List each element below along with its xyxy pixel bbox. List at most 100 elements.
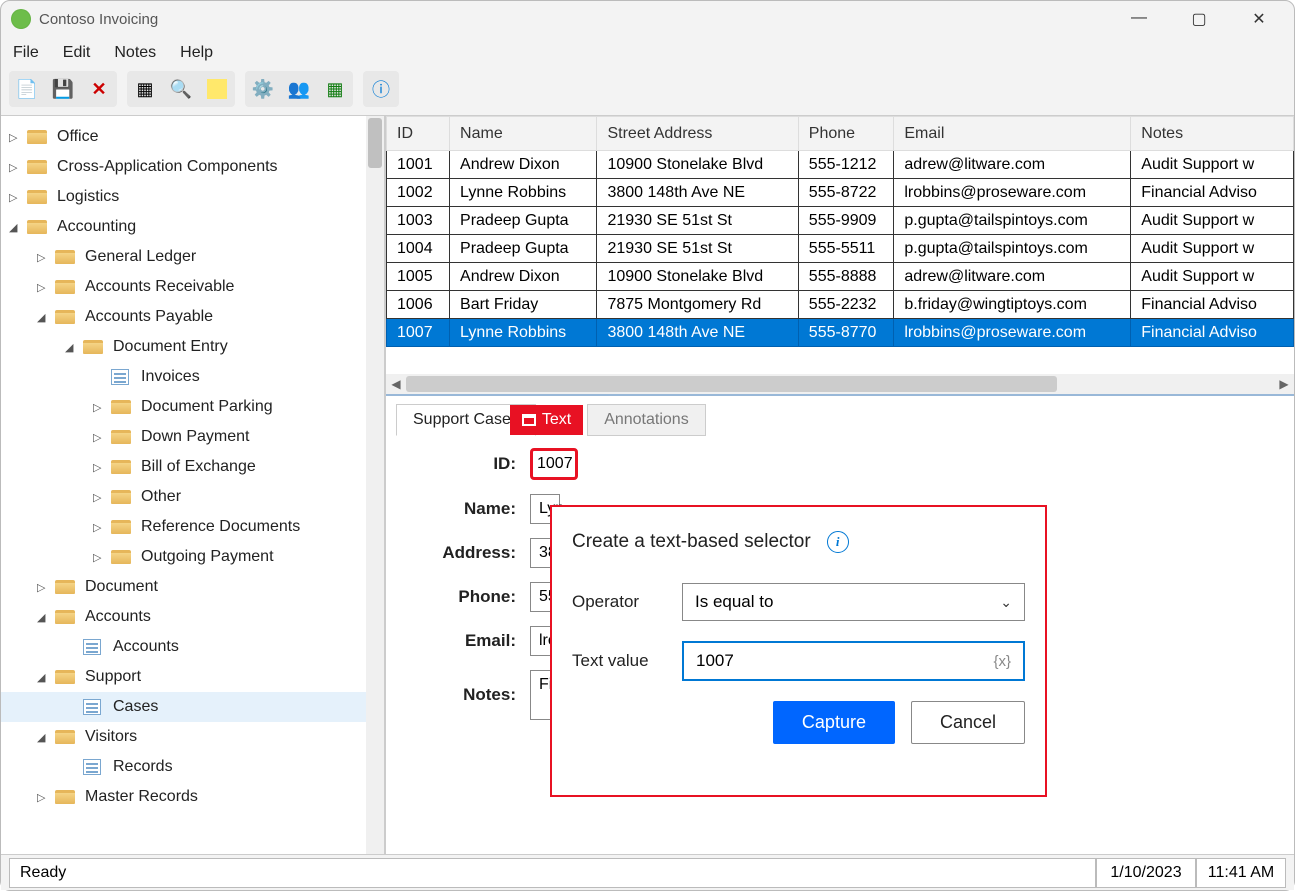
expand-closed-icon[interactable]: ▷	[93, 491, 107, 504]
tree-item-support[interactable]: ◢Support	[1, 662, 384, 692]
column-header-street-address[interactable]: Street Address	[597, 117, 798, 151]
table-row[interactable]: 1001Andrew Dixon10900 Stonelake Blvd555-…	[387, 151, 1294, 179]
close-button[interactable]: ✕	[1244, 9, 1274, 29]
folder-icon	[55, 730, 75, 744]
tab-annotations[interactable]: Annotations	[587, 404, 706, 436]
tree-item-cases[interactable]: Cases	[1, 692, 384, 722]
document-icon	[83, 699, 101, 715]
tree-item-document[interactable]: ▷Document	[1, 572, 384, 602]
save-button[interactable]: 💾	[47, 73, 79, 105]
cell-id: 1006	[387, 291, 450, 319]
menu-file[interactable]: File	[13, 44, 39, 62]
column-header-name[interactable]: Name	[450, 117, 597, 151]
tree-label: Reference Documents	[141, 518, 300, 536]
table-row[interactable]: 1004Pradeep Gupta21930 SE 51st St555-551…	[387, 235, 1294, 263]
expand-closed-icon[interactable]: ▷	[93, 521, 107, 534]
tree-item-outgoing-payment[interactable]: ▷Outgoing Payment	[1, 542, 384, 572]
tree-item-accounts[interactable]: ◢Accounts	[1, 602, 384, 632]
expand-closed-icon[interactable]: ▷	[93, 431, 107, 444]
expand-closed-icon[interactable]: ▷	[93, 461, 107, 474]
tree-item-records[interactable]: Records	[1, 752, 384, 782]
name-label: Name:	[436, 499, 516, 519]
grid-hscrollbar[interactable]: ◀ ▶	[386, 374, 1294, 394]
tree-item-document-parking[interactable]: ▷ Document Parking	[1, 392, 384, 422]
tree-item-visitors[interactable]: ◢Visitors	[1, 722, 384, 752]
scroll-left-icon[interactable]: ◀	[386, 377, 406, 391]
tree-label: Cross-Application Components	[57, 158, 278, 176]
table-row[interactable]: 1006Bart Friday7875 Montgomery Rd555-223…	[387, 291, 1294, 319]
expand-open-icon[interactable]: ◢	[37, 671, 51, 684]
tree-item-bill-of-exchange[interactable]: ▷Bill of Exchange	[1, 452, 384, 482]
column-header-id[interactable]: ID	[387, 117, 450, 151]
table-row[interactable]: 1002Lynne Robbins3800 148th Ave NE555-87…	[387, 179, 1294, 207]
cell-phone: 555-5511	[798, 235, 894, 263]
note-button[interactable]	[207, 79, 227, 99]
cell-notes: Audit Support w	[1131, 235, 1294, 263]
export-excel-button[interactable]: ▦	[319, 73, 351, 105]
tree-item-office[interactable]: ▷Office	[1, 122, 384, 152]
expand-closed-icon[interactable]: ▷	[9, 131, 23, 144]
table-row[interactable]: 1007Lynne Robbins3800 148th Ave NE555-87…	[387, 319, 1294, 347]
menu-notes[interactable]: Notes	[114, 44, 156, 62]
folder-icon	[111, 490, 131, 504]
tree-label: Document Parking	[141, 398, 273, 416]
tree-item-accounts[interactable]: Accounts	[1, 632, 384, 662]
expand-open-icon[interactable]: ◢	[65, 341, 79, 354]
expand-closed-icon[interactable]: ▷	[9, 191, 23, 204]
expand-closed-icon[interactable]: ▷	[37, 251, 51, 264]
menubar: File Edit Notes Help	[1, 37, 1294, 69]
menu-edit[interactable]: Edit	[63, 44, 91, 62]
tree-item-reference-documents[interactable]: ▷ Reference Documents	[1, 512, 384, 542]
users-button[interactable]: 👥	[283, 73, 315, 105]
tree-item-logistics[interactable]: ▷Logistics	[1, 182, 384, 212]
expand-open-icon[interactable]: ◢	[37, 311, 51, 324]
folder-icon	[111, 460, 131, 474]
minimize-button[interactable]: —	[1124, 9, 1154, 29]
tree-item-accounts-payable[interactable]: ◢Accounts Payable	[1, 302, 384, 332]
table-row[interactable]: 1005Andrew Dixon10900 Stonelake Blvd555-…	[387, 263, 1294, 291]
column-header-notes[interactable]: Notes	[1131, 117, 1294, 151]
cell-name: Bart Friday	[450, 291, 597, 319]
expand-open-icon[interactable]: ◢	[37, 611, 51, 624]
grid-button[interactable]: ▦	[129, 73, 161, 105]
scroll-right-icon[interactable]: ▶	[1274, 377, 1294, 391]
info-button[interactable]: ⓘ	[365, 73, 397, 105]
expand-closed-icon[interactable]: ▷	[93, 401, 107, 414]
id-field[interactable]: 1007	[530, 448, 578, 480]
expand-closed-icon[interactable]: ▷	[37, 791, 51, 804]
expand-closed-icon[interactable]: ▷	[9, 161, 23, 174]
delete-button[interactable]: ✕	[83, 73, 115, 105]
cancel-button[interactable]: Cancel	[911, 701, 1025, 744]
tree-item-general-ledger[interactable]: ▷General Ledger	[1, 242, 384, 272]
cell-phone: 555-1212	[798, 151, 894, 179]
expand-closed-icon[interactable]: ▷	[37, 581, 51, 594]
menu-help[interactable]: Help	[180, 44, 213, 62]
tree-item-down-payment[interactable]: ▷Down Payment	[1, 422, 384, 452]
cell-phone: 555-2232	[798, 291, 894, 319]
column-header-phone[interactable]: Phone	[798, 117, 894, 151]
column-header-email[interactable]: Email	[894, 117, 1131, 151]
expand-open-icon[interactable]: ◢	[37, 731, 51, 744]
tree-item-document-entry[interactable]: ◢Document Entry	[1, 332, 384, 362]
expand-closed-icon[interactable]: ▷	[37, 281, 51, 294]
settings-button[interactable]: ⚙️	[247, 73, 279, 105]
tree-item-invoices[interactable]: Invoices	[1, 362, 384, 392]
variable-icon[interactable]: {x}	[993, 653, 1011, 670]
tree-item-master-records[interactable]: ▷Master Records	[1, 782, 384, 812]
search-button[interactable]: 🔍	[165, 73, 197, 105]
info-icon[interactable]: i	[827, 531, 849, 553]
tree-item-other[interactable]: ▷Other	[1, 482, 384, 512]
tree-item-cross-application-components[interactable]: ▷ Cross-Application Components	[1, 152, 384, 182]
textvalue-input[interactable]: 1007 {x}	[682, 641, 1025, 681]
new-button[interactable]: 📄	[11, 73, 43, 105]
capture-button[interactable]: Capture	[773, 701, 895, 744]
cell-name: Lynne Robbins	[450, 179, 597, 207]
operator-dropdown[interactable]: Is equal to ⌄	[682, 583, 1025, 621]
expand-closed-icon[interactable]: ▷	[93, 551, 107, 564]
tree-item-accounting[interactable]: ◢Accounting	[1, 212, 384, 242]
maximize-button[interactable]: ▢	[1184, 9, 1214, 29]
tree-scrollbar[interactable]	[366, 116, 384, 854]
tree-item-accounts-receivable[interactable]: ▷Accounts Receivable	[1, 272, 384, 302]
expand-open-icon[interactable]: ◢	[9, 221, 23, 234]
table-row[interactable]: 1003Pradeep Gupta21930 SE 51st St555-990…	[387, 207, 1294, 235]
